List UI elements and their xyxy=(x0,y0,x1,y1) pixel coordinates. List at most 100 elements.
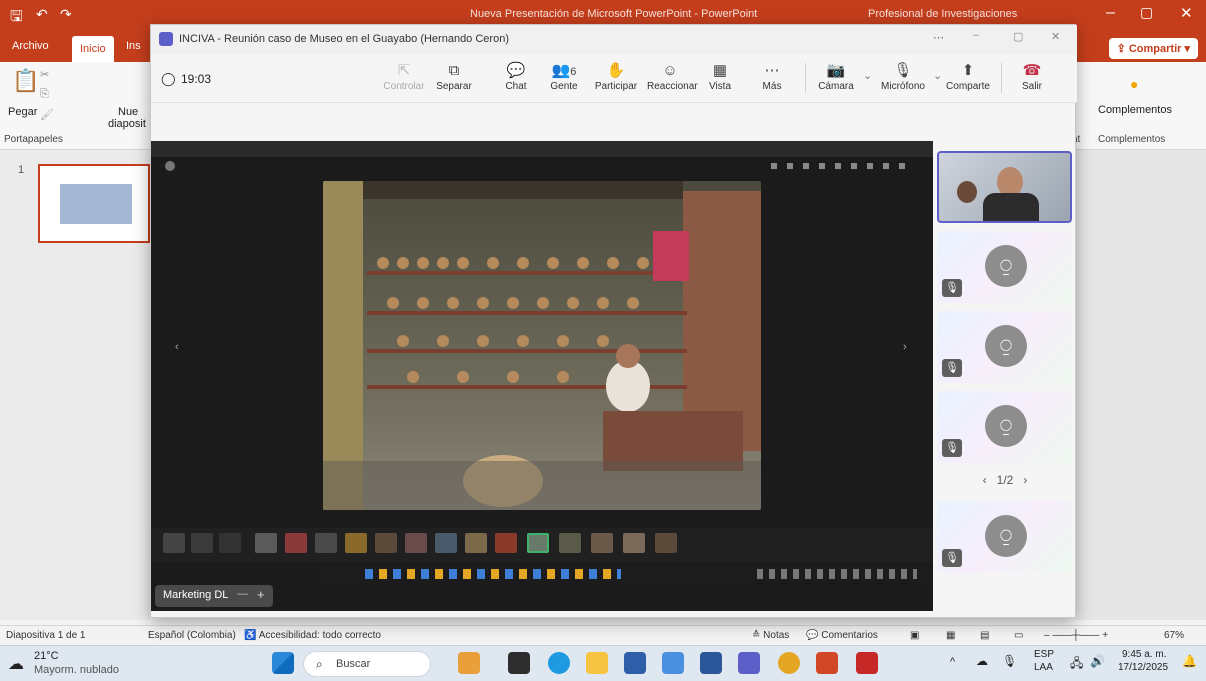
strip-thumb[interactable] xyxy=(219,533,241,553)
new-slide-label[interactable]: Nue xyxy=(118,106,138,118)
next-image-icon[interactable]: › xyxy=(903,341,907,353)
react-button[interactable]: ☺ Reaccionar xyxy=(647,61,698,92)
zoom-slider[interactable]: – ——┼—— + xyxy=(1044,630,1108,641)
chat-button[interactable]: 💬 Chat xyxy=(493,61,539,92)
minimize-icon[interactable]: – xyxy=(1106,4,1115,22)
participant-tile[interactable]: ⍜ 🎙 xyxy=(937,231,1072,303)
more-button[interactable]: ⋯ Más xyxy=(749,61,795,92)
strip-thumb[interactable] xyxy=(315,533,337,553)
strip-thumb[interactable] xyxy=(191,533,213,553)
weather-icon[interactable]: ☁ xyxy=(8,654,24,674)
slide-sorter-icon[interactable]: ▦ xyxy=(946,630,955,641)
microphone-chevron-down-icon[interactable]: ⌄ xyxy=(933,69,942,82)
slide-thumbnail[interactable] xyxy=(38,164,150,243)
copy-icon[interactable]: ⎘ xyxy=(40,88,49,101)
edge-icon[interactable] xyxy=(548,652,570,674)
strip-thumb[interactable] xyxy=(163,533,185,553)
raise-hand-button[interactable]: ✋ Participar xyxy=(593,61,639,92)
start-icon[interactable] xyxy=(272,652,294,674)
tab-insertar[interactable]: Ins xyxy=(120,38,147,54)
chevron-left-icon[interactable]: ‹ xyxy=(983,473,987,487)
task-view-icon[interactable] xyxy=(508,652,530,674)
redo-icon[interactable]: ↷ xyxy=(60,6,72,23)
viewer-toolbar[interactable] xyxy=(771,163,911,169)
onedrive-icon[interactable]: ☁ xyxy=(976,654,988,668)
file-explorer-icon[interactable] xyxy=(586,652,608,674)
store-icon[interactable] xyxy=(624,652,646,674)
microphone-button[interactable]: 🎙 Micrófono xyxy=(873,61,933,92)
leave-button[interactable]: ☎ Salir xyxy=(1009,61,1055,92)
widgets-icon[interactable] xyxy=(458,652,480,674)
shared-screen[interactable]: ‹ › Marketing DL — + xyxy=(151,141,933,611)
weather-temp[interactable]: 21°C xyxy=(34,650,59,662)
strip-thumb[interactable] xyxy=(285,533,307,553)
undo-icon[interactable]: ↶ xyxy=(36,6,48,23)
strip-thumb[interactable] xyxy=(255,533,277,553)
language-status[interactable]: Español (Colombia) xyxy=(148,630,236,641)
teams-minimize-icon[interactable]: – xyxy=(973,29,979,41)
share-screen-button[interactable]: ⬆ Comparte xyxy=(945,61,991,92)
notification-icon[interactable]: 🔔 xyxy=(1182,654,1197,668)
shared-tab-bar[interactable]: Marketing DL — + xyxy=(155,585,273,607)
popout-button[interactable]: ⧉ Separar xyxy=(431,61,477,92)
show-hidden-icon[interactable]: ^ xyxy=(950,656,955,668)
view-button[interactable]: ▦ Vista xyxy=(697,61,743,92)
paste-label[interactable]: Pegar xyxy=(8,106,37,118)
mic-tray-icon[interactable]: 🎙 xyxy=(1002,654,1017,668)
shared-tab-label[interactable]: Marketing DL xyxy=(163,589,228,601)
more-options-icon[interactable]: ⋯ xyxy=(933,31,944,44)
comments-button[interactable]: 💬 Comentarios xyxy=(806,630,878,641)
strip-thumb[interactable] xyxy=(465,533,487,553)
strip-thumb[interactable] xyxy=(495,533,517,553)
input-lang-1[interactable]: ESP xyxy=(1034,649,1054,660)
paste-icon[interactable]: 📋 xyxy=(12,68,39,94)
participant-video-tile[interactable] xyxy=(937,151,1072,223)
control-button[interactable]: ⇱ Controlar xyxy=(381,61,427,92)
camera-button[interactable]: 📷 Cámara xyxy=(813,61,859,92)
strip-thumb[interactable] xyxy=(435,533,457,553)
participant-tile[interactable]: ⍜ 🎙 xyxy=(937,501,1072,573)
chevron-right-icon[interactable]: › xyxy=(1023,473,1027,487)
new-tab-icon[interactable]: + xyxy=(257,587,265,602)
format-painter-icon[interactable]: 🖌 xyxy=(40,108,54,121)
reading-view-icon[interactable]: ▤ xyxy=(980,630,989,641)
notes-button[interactable]: ≙ Notas xyxy=(752,630,789,641)
weather-desc[interactable]: Mayorm. nublado xyxy=(34,664,119,676)
new-slide-label-2[interactable]: diaposit xyxy=(108,118,146,130)
clock-time[interactable]: 9:45 a. m. xyxy=(1122,649,1166,660)
tab-inicio[interactable]: Inicio xyxy=(72,36,114,62)
account-name[interactable]: Profesional de Investigaciones xyxy=(868,8,1017,20)
strip-thumb-selected[interactable] xyxy=(527,533,549,553)
accessibility-status[interactable]: ♿ Accesibilidad: todo correcto xyxy=(244,630,381,641)
clock-date[interactable]: 17/12/2025 xyxy=(1118,662,1168,673)
share-button[interactable]: ⇪ Compartir ▾ xyxy=(1108,38,1198,59)
camera-chevron-down-icon[interactable]: ⌄ xyxy=(863,69,872,82)
strip-thumb[interactable] xyxy=(655,533,677,553)
acrobat-icon[interactable] xyxy=(856,652,878,674)
addins-icon[interactable]: ● xyxy=(1130,76,1138,92)
people-button[interactable]: 👥6 Gente xyxy=(541,61,587,92)
strip-thumb[interactable] xyxy=(375,533,397,553)
strip-thumb[interactable] xyxy=(623,533,645,553)
word-icon[interactable] xyxy=(700,652,722,674)
strip-thumb[interactable] xyxy=(405,533,427,553)
addins-button-label[interactable]: Complementos xyxy=(1098,104,1172,116)
prev-image-icon[interactable]: ‹ xyxy=(175,341,179,353)
tab-close-icon[interactable]: — xyxy=(237,588,248,600)
chrome-icon[interactable] xyxy=(778,652,800,674)
zoom-level[interactable]: 67% xyxy=(1164,630,1184,641)
normal-view-icon[interactable]: ▣ xyxy=(910,630,919,641)
tab-archivo[interactable]: Archivo xyxy=(6,38,55,54)
strip-thumb[interactable] xyxy=(345,533,367,553)
teams-maximize-icon[interactable]: ▢ xyxy=(1013,30,1023,43)
close-icon[interactable]: ✕ xyxy=(1180,4,1193,22)
app-icon[interactable] xyxy=(662,652,684,674)
strip-thumb[interactable] xyxy=(591,533,613,553)
slideshow-icon[interactable]: ▭ xyxy=(1014,630,1023,641)
cut-icon[interactable]: ✂ xyxy=(40,68,49,81)
volume-icon[interactable]: 🔊 xyxy=(1090,654,1105,668)
taskbar-search[interactable]: ⌕ Buscar xyxy=(303,651,431,677)
teams-icon[interactable] xyxy=(738,652,760,674)
participant-tile[interactable]: ⍜ 🎙 xyxy=(937,311,1072,383)
participant-tile[interactable]: ⍜ 🎙 xyxy=(937,391,1072,463)
